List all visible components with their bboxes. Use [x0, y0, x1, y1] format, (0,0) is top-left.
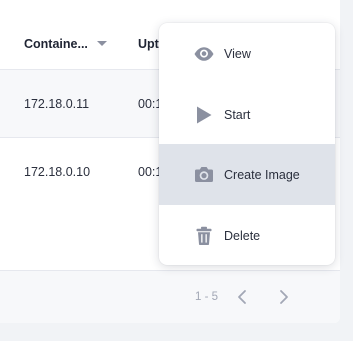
camera-icon	[193, 164, 215, 186]
menu-item-label: Delete	[224, 229, 261, 243]
next-page-button[interactable]	[274, 286, 294, 308]
chevron-left-icon	[238, 290, 246, 304]
menu-item-label: View	[224, 47, 251, 61]
table-footer: 1 - 5	[0, 271, 340, 323]
menu-item-create-image[interactable]: Create Image	[159, 144, 335, 205]
menu-item-start[interactable]: Start	[159, 84, 335, 145]
eye-icon	[193, 43, 215, 65]
container-actions-menu: View Start Create Image Delete	[159, 23, 335, 265]
menu-item-label: Create Image	[224, 168, 300, 182]
menu-item-delete[interactable]: Delete	[159, 205, 335, 265]
column-header-uptime[interactable]: Upt	[138, 37, 159, 51]
container-ip-cell: 172.18.0.10	[24, 165, 91, 179]
play-icon	[193, 104, 215, 126]
column-header-container[interactable]: Containe...	[24, 37, 88, 51]
trash-icon	[193, 225, 215, 247]
previous-page-button[interactable]	[232, 286, 252, 308]
container-ip-cell: 172.18.0.11	[24, 97, 90, 111]
sort-caret-icon[interactable]	[97, 41, 107, 46]
pagination-range: 1 - 5	[195, 291, 219, 303]
chevron-right-icon	[280, 290, 288, 304]
menu-item-view[interactable]: View	[159, 23, 335, 84]
menu-item-label: Start	[224, 108, 251, 122]
